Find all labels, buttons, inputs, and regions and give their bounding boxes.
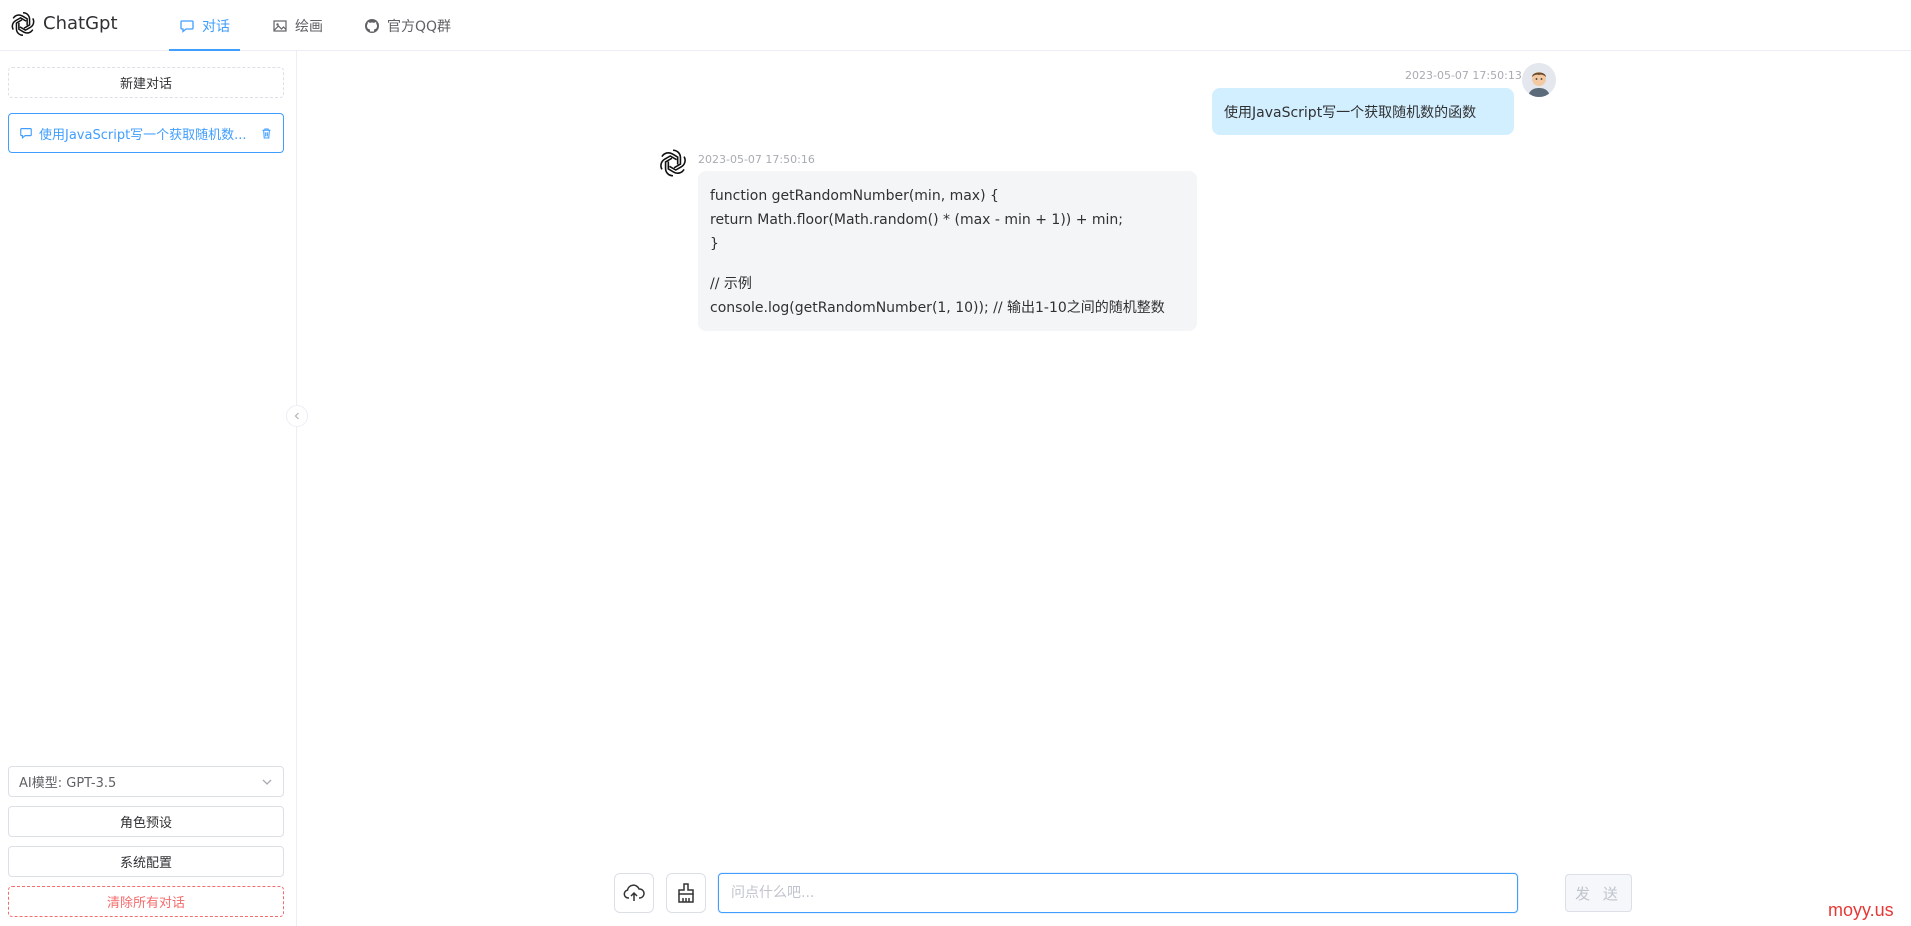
conversation-title: 使用JavaScript写一个获取随机数... xyxy=(39,127,247,143)
model-select[interactable]: AI模型: GPT-3.5 xyxy=(8,766,284,797)
openai-logo-icon[interactable] xyxy=(8,9,38,39)
cloud-upload-icon xyxy=(623,884,645,901)
send-button[interactable]: 发 送 xyxy=(1565,874,1632,912)
watermark: moyy.us xyxy=(1828,900,1894,920)
tab-chat[interactable]: 对话 xyxy=(169,0,240,51)
github-icon xyxy=(365,18,379,33)
user-avatar xyxy=(1522,63,1556,97)
model-select-value: AI模型: GPT-3.5 xyxy=(19,776,117,791)
code-line: function getRandomNumber(min, max) { xyxy=(710,188,999,204)
system-config-button[interactable]: 系统配置 xyxy=(8,846,284,877)
sidebar: 新建对话 使用JavaScript写一个获取随机数... AI模型: GPT-3… xyxy=(0,51,297,926)
code-line: console.log(getRandomNumber(1, 10)); // … xyxy=(710,300,1165,316)
chevron-down-icon xyxy=(262,779,272,785)
code-line: } xyxy=(710,236,719,252)
app-title: ChatGpt xyxy=(43,13,118,34)
user-avatar-icon xyxy=(1522,63,1556,97)
conversation-item[interactable]: 使用JavaScript写一个获取随机数... xyxy=(8,113,284,153)
trash-icon[interactable] xyxy=(260,127,273,140)
assistant-message-bubble: function getRandomNumber(min, max) { ret… xyxy=(698,171,1197,331)
new-chat-button[interactable]: 新建对话 xyxy=(8,67,284,98)
tab-qq-label: 官方QQ群 xyxy=(387,18,452,35)
code-line: // 示例 xyxy=(710,276,752,292)
role-preset-button[interactable]: 角色预设 xyxy=(8,806,284,837)
assistant-avatar-icon xyxy=(660,149,686,177)
clear-all-conversations-button[interactable]: 清除所有对话 xyxy=(8,886,284,917)
broom-icon xyxy=(678,883,694,903)
top-header: ChatGpt 对话 绘画 官方QQ群 xyxy=(0,0,1911,51)
code-line: return Math.floor(Math.random() * (max -… xyxy=(710,212,1124,228)
sidebar-collapse-button[interactable] xyxy=(286,405,308,427)
chat-bubble-icon xyxy=(180,19,194,33)
image-icon xyxy=(273,19,287,32)
chevron-left-icon xyxy=(294,412,299,420)
user-message-bubble: 使用JavaScript写一个获取随机数的函数 xyxy=(1212,88,1514,135)
chat-input[interactable] xyxy=(718,873,1518,913)
upload-button[interactable] xyxy=(614,873,654,913)
tab-draw[interactable]: 绘画 xyxy=(272,0,323,51)
clear-input-button[interactable] xyxy=(666,873,706,913)
chat-bubble-icon xyxy=(20,128,32,140)
message-timestamp: 2023-05-07 17:50:13 xyxy=(1405,69,1522,82)
tab-qq-group[interactable]: 官方QQ群 xyxy=(364,0,451,51)
user-message-text: 使用JavaScript写一个获取随机数的函数 xyxy=(1224,104,1477,121)
tab-chat-label: 对话 xyxy=(202,18,230,35)
tab-draw-label: 绘画 xyxy=(295,18,323,35)
message-timestamp: 2023-05-07 17:50:16 xyxy=(698,153,815,166)
